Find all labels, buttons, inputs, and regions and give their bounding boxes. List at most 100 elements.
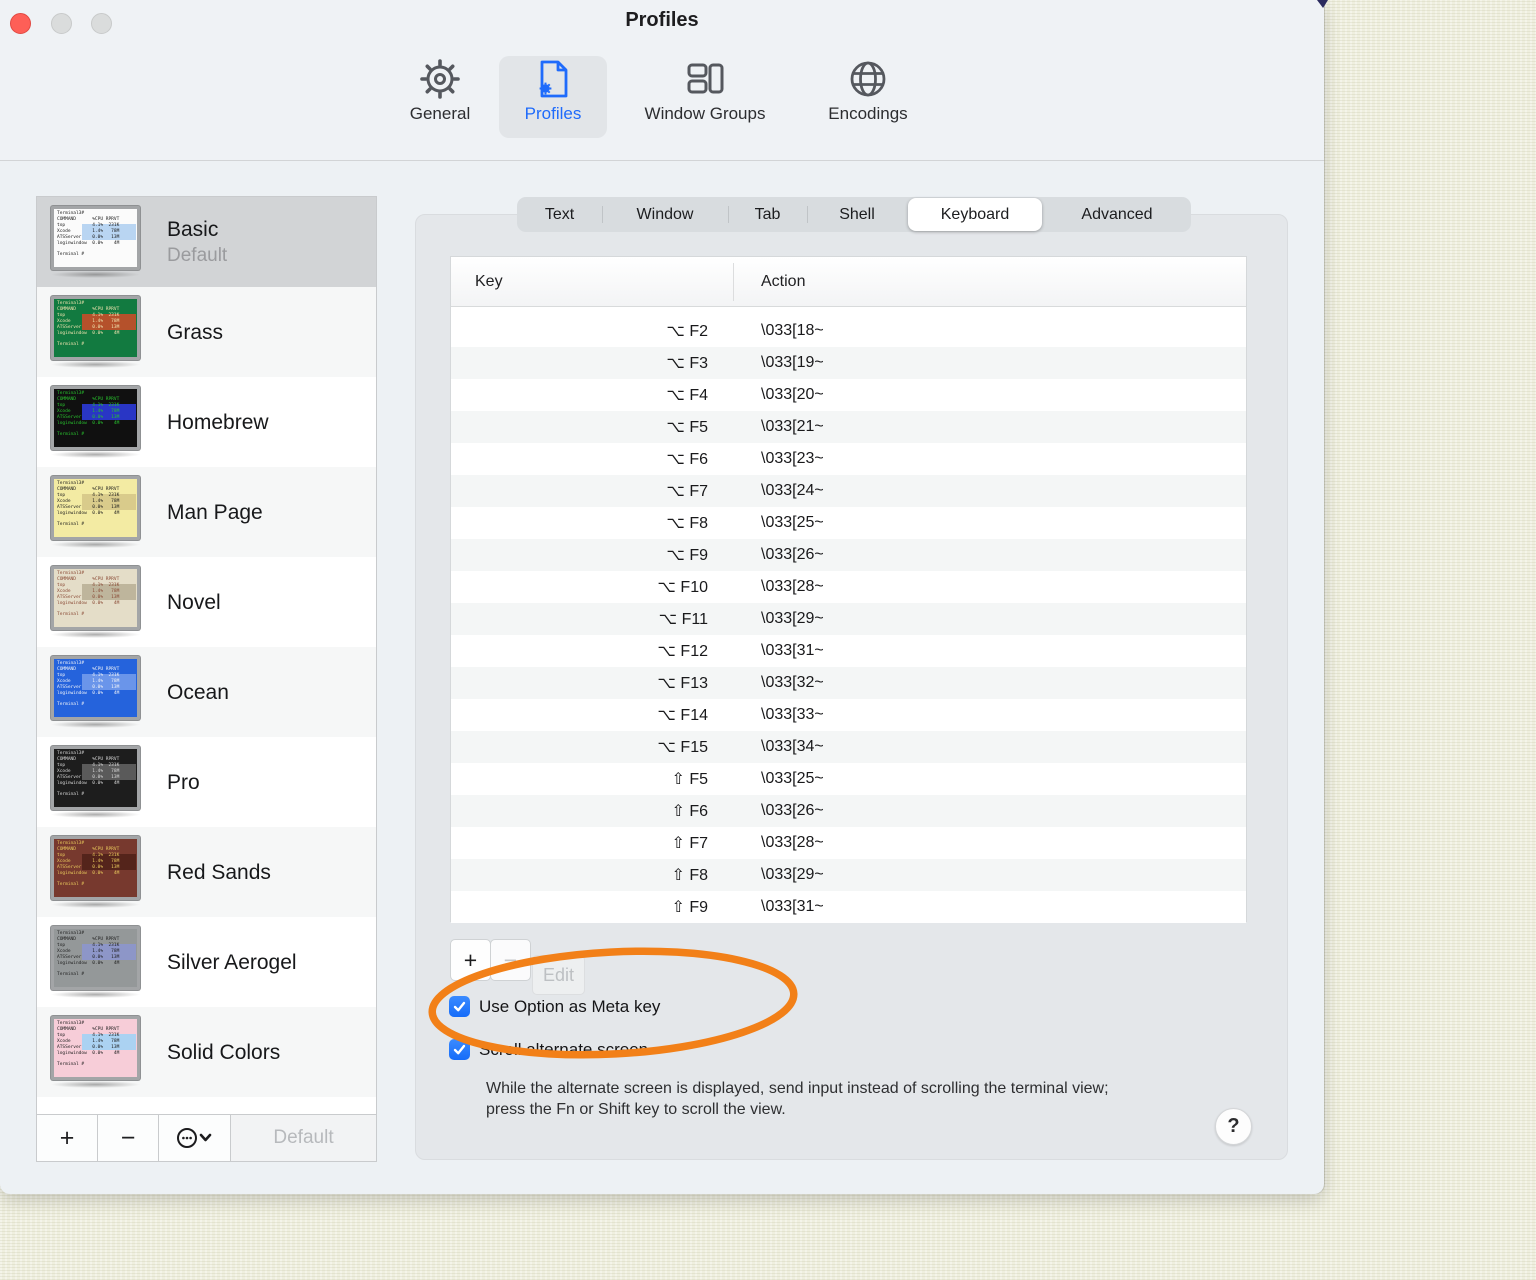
tab-keyboard[interactable]: Keyboard: [908, 198, 1042, 231]
table-row[interactable]: ⇧ F5 \033[25~: [451, 763, 1246, 795]
toolbar-item-window-groups[interactable]: Window Groups: [620, 56, 790, 140]
table-row[interactable]: ⌥ F12 \033[31~: [451, 635, 1246, 667]
settings-tab-bar: Text Window Tab Shell Keyboard Advanced: [517, 197, 1191, 232]
tab-text[interactable]: Text: [517, 197, 602, 232]
profile-item-homebrew[interactable]: Terminal3# COMMAND %CPU RPRVT top 4.1% 2…: [37, 377, 376, 467]
action-cell: \033[19~: [761, 354, 824, 371]
profile-thumbnail: Terminal3# COMMAND %CPU RPRVT top 4.1% 2…: [51, 386, 141, 458]
key-cell: ⌥ F9: [666, 547, 708, 564]
table-row[interactable]: ⇧ F6 \033[26~: [451, 795, 1246, 827]
terminal-preview: Terminal3# COMMAND %CPU RPRVT top 4.1% 2…: [51, 296, 140, 360]
thumbnail-shadow: [51, 271, 140, 278]
table-row[interactable]: ⌥ F9 \033[26~: [451, 539, 1246, 571]
terminal-preview: Terminal3# COMMAND %CPU RPRVT top 4.1% 2…: [51, 926, 140, 990]
thumbnail-shadow: [51, 991, 140, 998]
profile-name: Basic: [167, 218, 219, 241]
table-row[interactable]: ⌥ F3 \033[19~: [451, 347, 1246, 379]
remove-profile-button[interactable]: −: [98, 1115, 159, 1161]
action-cell: \033[32~: [761, 674, 824, 691]
add-key-button[interactable]: +: [450, 939, 491, 981]
action-cell: \033[29~: [761, 610, 824, 627]
profile-thumbnail: Terminal3# COMMAND %CPU RPRVT top 4.1% 2…: [51, 1016, 141, 1088]
profile-name: Novel: [167, 590, 221, 614]
table-row[interactable]: ⌥ F2 \033[18~: [451, 315, 1246, 347]
profile-item-silver-aerogel[interactable]: Terminal3# COMMAND %CPU RPRVT top 4.1% 2…: [37, 917, 376, 1007]
table-row[interactable]: ⌥ F5 \033[21~: [451, 411, 1246, 443]
preferences-window: Profiles General Profiles Window Groups …: [0, 0, 1324, 1194]
table-row[interactable]: ⌥ F7 \033[24~: [451, 475, 1246, 507]
action-cell: \033[31~: [761, 642, 824, 659]
profile-thumbnail: Terminal3# COMMAND %CPU RPRVT top 4.1% 2…: [51, 656, 141, 728]
checkmark-icon: [453, 1044, 466, 1055]
table-row[interactable]: ⌥ F8 \033[25~: [451, 507, 1246, 539]
toolbar-item-general[interactable]: General: [380, 56, 500, 140]
profile-default-badge: Default: [167, 245, 228, 266]
toolbar-label: Encodings: [828, 104, 908, 123]
profile-name: Grass: [167, 320, 224, 344]
key-cell: ⌥ F4: [666, 387, 708, 404]
action-cell: \033[34~: [761, 738, 824, 755]
profile-name: Silver Aerogel: [167, 950, 297, 974]
terminal-preview: Terminal3# COMMAND %CPU RPRVT top 4.1% 2…: [51, 206, 140, 270]
profile-item-novel[interactable]: Terminal3# COMMAND %CPU RPRVT top 4.1% 2…: [37, 557, 376, 647]
table-row[interactable]: ⌥ F4 \033[20~: [451, 379, 1246, 411]
remove-key-button[interactable]: −: [490, 939, 531, 981]
key-cell: ⌥ F8: [666, 515, 708, 532]
key-cell: ⇧ F6: [671, 803, 708, 820]
profile-item-grass[interactable]: Terminal3# COMMAND %CPU RPRVT top 4.1% 2…: [37, 287, 376, 377]
profile-thumbnail: Terminal3# COMMAND %CPU RPRVT top 4.1% 2…: [51, 206, 141, 278]
tab-tab[interactable]: Tab: [728, 197, 807, 232]
action-cell: \033[33~: [761, 706, 824, 723]
action-cell: \033[24~: [761, 482, 824, 499]
help-button[interactable]: ?: [1215, 1108, 1252, 1145]
profile-options-button[interactable]: [159, 1115, 231, 1161]
terminal-preview: Terminal3# COMMAND %CPU RPRVT top 4.1% 2…: [51, 746, 140, 810]
scroll-alternate-screen-row: Scroll alternate screen: [449, 1039, 648, 1060]
table-row[interactable]: ⌥ F11 \033[29~: [451, 603, 1246, 635]
action-cell: \033[28~: [761, 834, 824, 851]
profile-name: Pro: [167, 770, 200, 794]
table-row[interactable]: ⇧ F7 \033[28~: [451, 827, 1246, 859]
profile-item-basic[interactable]: Terminal3# COMMAND %CPU RPRVT top 4.1% 2…: [37, 197, 376, 287]
window-groups-icon: [687, 63, 724, 94]
toolbar-item-profiles[interactable]: Profiles: [499, 56, 607, 140]
thumbnail-shadow: [51, 901, 140, 908]
key-cell: ⌥ F13: [657, 675, 708, 692]
table-row[interactable]: ⌥ F15 \033[34~: [451, 731, 1246, 763]
globe-icon: [850, 61, 886, 97]
table-row[interactable]: ⇧ F8 \033[29~: [451, 859, 1246, 891]
key-cell: ⌥ F7: [666, 483, 708, 500]
set-default-button[interactable]: Default: [231, 1115, 376, 1161]
profile-item-red-sands[interactable]: Terminal3# COMMAND %CPU RPRVT top 4.1% 2…: [37, 827, 376, 917]
checkbox-label[interactable]: Scroll alternate screen: [479, 1040, 648, 1060]
profile-name: Man Page: [167, 500, 263, 524]
key-cell: ⌥ F6: [666, 451, 708, 468]
key-cell: ⌥ F12: [657, 643, 708, 660]
column-header-key[interactable]: Key: [451, 262, 734, 301]
table-row[interactable]: ⌥ F10 \033[28~: [451, 571, 1246, 603]
more-options-icon: [176, 1128, 211, 1148]
tab-shell[interactable]: Shell: [807, 197, 907, 232]
profile-thumbnail: Terminal3# COMMAND %CPU RPRVT top 4.1% 2…: [51, 566, 141, 638]
profile-item-man-page[interactable]: Terminal3# COMMAND %CPU RPRVT top 4.1% 2…: [37, 467, 376, 557]
profile-item-solid-colors[interactable]: Terminal3# COMMAND %CPU RPRVT top 4.1% 2…: [37, 1007, 376, 1097]
action-cell: \033[25~: [761, 770, 824, 787]
checkbox-label[interactable]: Use Option as Meta key: [479, 997, 660, 1017]
tab-window[interactable]: Window: [602, 197, 728, 232]
edit-key-button[interactable]: Edit: [532, 955, 585, 995]
tab-advanced[interactable]: Advanced: [1043, 197, 1191, 232]
terminal-preview: Terminal3# COMMAND %CPU RPRVT top 4.1% 2…: [51, 566, 140, 630]
toolbar-item-encodings[interactable]: Encodings: [798, 56, 938, 140]
table-row[interactable]: ⌥ F13 \033[32~: [451, 667, 1246, 699]
profile-item-pro[interactable]: Terminal3# COMMAND %CPU RPRVT top 4.1% 2…: [37, 737, 376, 827]
scroll-alternate-screen-checkbox[interactable]: [449, 1039, 470, 1060]
use-option-as-meta-key-checkbox[interactable]: [449, 996, 470, 1017]
thumbnail-shadow: [51, 451, 140, 458]
profile-thumbnail: Terminal3# COMMAND %CPU RPRVT top 4.1% 2…: [51, 476, 141, 548]
column-header-action[interactable]: Action: [734, 273, 805, 291]
table-row[interactable]: ⌥ F6 \033[23~: [451, 443, 1246, 475]
table-row[interactable]: ⌥ F14 \033[33~: [451, 699, 1246, 731]
table-row[interactable]: ⇧ F9 \033[31~: [451, 891, 1246, 923]
add-profile-button[interactable]: +: [37, 1115, 98, 1161]
profile-item-ocean[interactable]: Terminal3# COMMAND %CPU RPRVT top 4.1% 2…: [37, 647, 376, 737]
